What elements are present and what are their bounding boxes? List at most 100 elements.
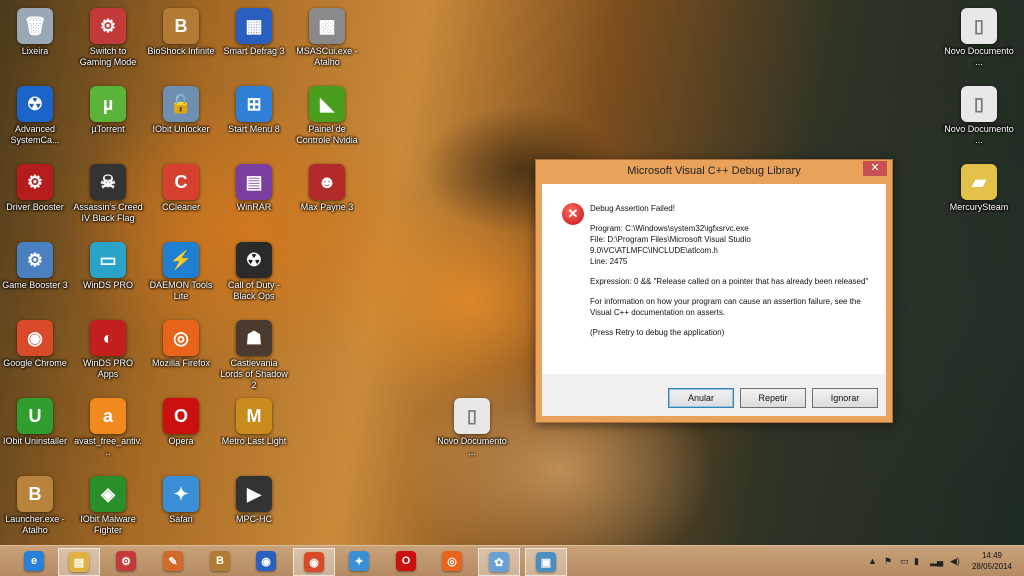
- desktop-icon-label: WinDS PRO: [82, 280, 133, 290]
- desktop-icon-label: Novo Documento ...: [944, 124, 1014, 145]
- desktop-icon[interactable]: µ µTorrent: [73, 84, 143, 135]
- taskbar-button-game-booster[interactable]: ⚙: [106, 548, 146, 574]
- expression-text: Expression: 0 && "Release called on a po…: [590, 277, 869, 286]
- battery-icon[interactable]: ▭: [900, 556, 909, 567]
- desktop-icon[interactable]: ▯ Novo Documento ...: [944, 6, 1014, 68]
- info-text: For information on how your program can …: [590, 297, 861, 317]
- abort-button[interactable]: Anular: [668, 388, 734, 408]
- desktop-icon[interactable]: ◣ Painel de Controle Nvidia: [292, 84, 362, 146]
- desktop-icon[interactable]: ▯ Novo Documento ...: [437, 396, 507, 458]
- desktop-icon[interactable]: ✦ Safari: [146, 474, 216, 525]
- app-icon: ☗: [236, 320, 272, 356]
- app-icon: ▤: [236, 164, 272, 200]
- desktop-icon-label: DAEMON Tools Lite: [149, 280, 213, 301]
- desktop-icon[interactable]: ☢ Advanced SystemCa...: [0, 84, 70, 146]
- desktop-icon[interactable]: ▩ MSASCui.exe - Atalho: [292, 6, 362, 68]
- taskbar-button-opera[interactable]: O: [386, 548, 426, 574]
- desktop-icon-label: Start Menu 8: [228, 124, 280, 134]
- volume-icon[interactable]: ◀): [950, 556, 960, 567]
- app-icon: a: [90, 398, 126, 434]
- desktop-icon[interactable]: M Metro Last Light: [219, 396, 289, 447]
- chrome-icon: ◉: [304, 552, 324, 572]
- window-icon: ▣: [536, 552, 556, 572]
- desktop-icon[interactable]: ▶ MPC-HC: [219, 474, 289, 525]
- desktop-icon[interactable]: ▰ MercurySteam: [944, 162, 1014, 213]
- close-button[interactable]: ✕: [863, 161, 887, 176]
- dialog-titlebar[interactable]: Microsoft Visual C++ Debug Library ✕: [536, 160, 892, 184]
- taskbar-button-window[interactable]: ▣: [525, 548, 567, 576]
- flag-icon[interactable]: ⚑: [884, 556, 892, 567]
- network-icon[interactable]: ▮: [914, 556, 919, 567]
- desktop-icon[interactable]: O Opera: [146, 396, 216, 447]
- app-icon: B: [17, 476, 53, 512]
- desktop-icon[interactable]: ◈ IObit Malware Fighter: [73, 474, 143, 536]
- app-icon: C: [163, 164, 199, 200]
- desktop-icon[interactable]: ◎ Mozilla Firefox: [146, 318, 216, 369]
- app-icon: ◣: [309, 86, 345, 122]
- taskbar-button-bioshock[interactable]: B: [200, 548, 240, 574]
- desktop-icon[interactable]: ☠ Assassin's Creed IV Black Flag: [73, 162, 143, 224]
- desktop-icon-label: Painel de Controle Nvidia: [296, 124, 358, 145]
- desktop-icon[interactable]: ☢ Call of Duty - Black Ops: [219, 240, 289, 302]
- desktop-icon-label: Smart Defrag 3: [223, 46, 285, 56]
- app-icon: ▦: [236, 8, 272, 44]
- desktop-icon[interactable]: a avast_free_antiv...: [73, 396, 143, 458]
- desktop-icon-label: WinDS PRO Apps: [82, 358, 133, 379]
- signal-icon[interactable]: ▂▄: [930, 556, 943, 567]
- desktop-icon-label: Game Booster 3: [2, 280, 68, 290]
- error-icon: ✕: [562, 203, 584, 225]
- retry-button[interactable]: Repetir: [740, 388, 806, 408]
- dialog-footer: Anular Repetir Ignorar: [542, 374, 886, 416]
- desktop-icon[interactable]: ⊞ Start Menu 8: [219, 84, 289, 135]
- app-icon: ☢: [17, 86, 53, 122]
- desktop-icon[interactable]: ▤ WinRAR: [219, 162, 289, 213]
- desktop-icon[interactable]: ◉ Google Chrome: [0, 318, 70, 369]
- start-menu-icon: ◉: [256, 551, 276, 571]
- app-icon: ☻: [309, 164, 345, 200]
- game-booster-icon: ⚙: [116, 551, 136, 571]
- desktop-icon[interactable]: B BioShock Infinite: [146, 6, 216, 57]
- clock[interactable]: 14:49 28/05/2014: [970, 550, 1014, 572]
- desktop-icon[interactable]: ▦ Smart Defrag 3: [219, 6, 289, 57]
- desktop-icon[interactable]: ▭ WinDS PRO: [73, 240, 143, 291]
- clock-time: 14:49: [981, 551, 1003, 560]
- line-number: Line: 2475: [590, 257, 628, 266]
- app-icon: ⚙: [90, 8, 126, 44]
- app-icon: ◐: [90, 320, 126, 356]
- desktop-icon[interactable]: ⚙ Game Booster 3: [0, 240, 70, 291]
- app-icon: ▯: [454, 398, 490, 434]
- desktop-icon[interactable]: ⚙ Switch to Gaming Mode: [73, 6, 143, 68]
- taskbar-button-chrome[interactable]: ◉: [293, 548, 335, 576]
- taskbar-button-paint[interactable]: ✿: [478, 548, 520, 576]
- desktop-icon[interactable]: ☻ Max Payne 3: [292, 162, 362, 213]
- ie-icon: e: [24, 551, 44, 571]
- app-icon: ▯: [961, 8, 997, 44]
- desktop-icon[interactable]: ⚙ Driver Booster: [0, 162, 70, 213]
- taskbar-button-app[interactable]: ✎: [153, 548, 193, 574]
- desktop-icon[interactable]: ⚡ DAEMON Tools Lite: [146, 240, 216, 302]
- taskbar-button-start-menu[interactable]: ◉: [246, 548, 286, 574]
- taskbar-button-firefox[interactable]: ◎: [432, 548, 472, 574]
- desktop-icon[interactable]: ☗ Castlevania Lords of Shadow 2: [219, 318, 289, 391]
- app-icon: U: [17, 398, 53, 434]
- system-tray: ▲ ⚑ ▭ ▮ ▂▄ ◀) 14:49 28/05/2014: [854, 546, 1024, 576]
- taskbar-button-safari[interactable]: ✦: [339, 548, 379, 574]
- tray-expand-icon[interactable]: ▲: [868, 556, 877, 566]
- desktop-icon[interactable]: B Launcher.exe - Atalho: [0, 474, 70, 536]
- desktop-icon-label: Driver Booster: [6, 202, 64, 212]
- desktop-icon-label: MSASCui.exe - Atalho: [296, 46, 358, 67]
- desktop-icon[interactable]: ◐ WinDS PRO Apps: [73, 318, 143, 380]
- ignore-button[interactable]: Ignorar: [812, 388, 878, 408]
- desktop-icon-label: Metro Last Light: [221, 436, 287, 446]
- taskbar: ▲ ⚑ ▭ ▮ ▂▄ ◀) 14:49 28/05/2014 e ▤ ⚙ ✎ B ◉ ◉ ✦ O…: [0, 545, 1024, 576]
- desktop-icon[interactable]: C CCleaner: [146, 162, 216, 213]
- desktop-icon[interactable]: 🔓 IObit Unlocker: [146, 84, 216, 135]
- desktop-icon[interactable]: ▯ Novo Documento ...: [944, 84, 1014, 146]
- app-icon: ☢: [236, 242, 272, 278]
- desktop-icon-label: Novo Documento ...: [437, 436, 507, 457]
- firefox-icon: ◎: [442, 551, 462, 571]
- taskbar-button-ie[interactable]: e: [14, 548, 54, 574]
- desktop-icon[interactable]: 🗑 Lixeira: [0, 6, 70, 57]
- taskbar-button-explorer[interactable]: ▤: [58, 548, 100, 576]
- desktop-icon[interactable]: U IObit Uninstaller: [0, 396, 70, 447]
